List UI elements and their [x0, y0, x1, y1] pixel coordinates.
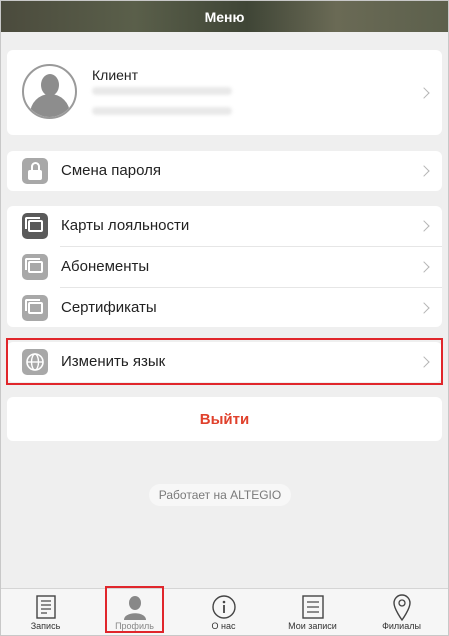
info-icon — [211, 595, 236, 619]
powered-by-badge[interactable]: Работает на ALTEGIO — [149, 484, 291, 506]
change-password-item[interactable]: Смена пароля — [7, 151, 442, 191]
certificates-label: Сертификаты — [61, 299, 157, 316]
page-title: Меню — [204, 8, 245, 25]
loyalty-group: Карты лояльности Абонементы Сертификаты — [7, 206, 442, 327]
tab-about-label: О нас — [211, 621, 236, 631]
subscriptions-item[interactable]: Абонементы — [7, 247, 442, 287]
tab-booking[interactable]: Запись — [1, 589, 90, 636]
chevron-right-icon — [418, 165, 430, 177]
profile-phone — [92, 87, 232, 95]
chevron-right-icon — [418, 87, 430, 99]
location-icon — [392, 594, 411, 621]
tab-branches[interactable]: Филиалы — [357, 589, 446, 636]
booking-icon — [35, 595, 56, 619]
lock-icon — [22, 158, 48, 184]
cards-icon — [22, 254, 48, 280]
profile-name: Клиент — [92, 67, 139, 83]
cards-icon — [22, 213, 48, 239]
avatar — [22, 64, 77, 119]
change-password-label: Смена пароля — [61, 162, 161, 179]
tab-my-records[interactable]: Мои записи — [268, 589, 357, 636]
tab-my-records-label: Мои записи — [288, 621, 337, 631]
tab-bar: Запись Профиль О нас Мои записи Филиалы — [1, 588, 448, 635]
header-bar: Меню — [1, 1, 448, 32]
loyalty-cards-item[interactable]: Карты лояльности — [7, 206, 442, 246]
logout-label: Выйти — [199, 410, 250, 428]
loyalty-cards-label: Карты лояльности — [61, 217, 190, 234]
logout-button[interactable]: Выйти — [7, 397, 442, 441]
tab-branches-label: Филиалы — [382, 621, 421, 631]
language-highlight — [6, 338, 443, 385]
profile-tab-highlight — [105, 586, 164, 633]
cards-icon — [22, 295, 48, 321]
profile-email — [92, 107, 232, 115]
powered-by-label: Работает на ALTEGIO — [158, 488, 282, 502]
chevron-right-icon — [418, 302, 430, 314]
chevron-right-icon — [418, 220, 430, 232]
tab-about[interactable]: О нас — [179, 589, 268, 636]
subscriptions-label: Абонементы — [61, 258, 150, 275]
chevron-right-icon — [418, 261, 430, 273]
profile-card[interactable]: Клиент — [7, 50, 442, 135]
tab-booking-label: Запись — [30, 621, 61, 631]
certificates-item[interactable]: Сертификаты — [7, 288, 442, 327]
list-icon — [301, 595, 324, 619]
